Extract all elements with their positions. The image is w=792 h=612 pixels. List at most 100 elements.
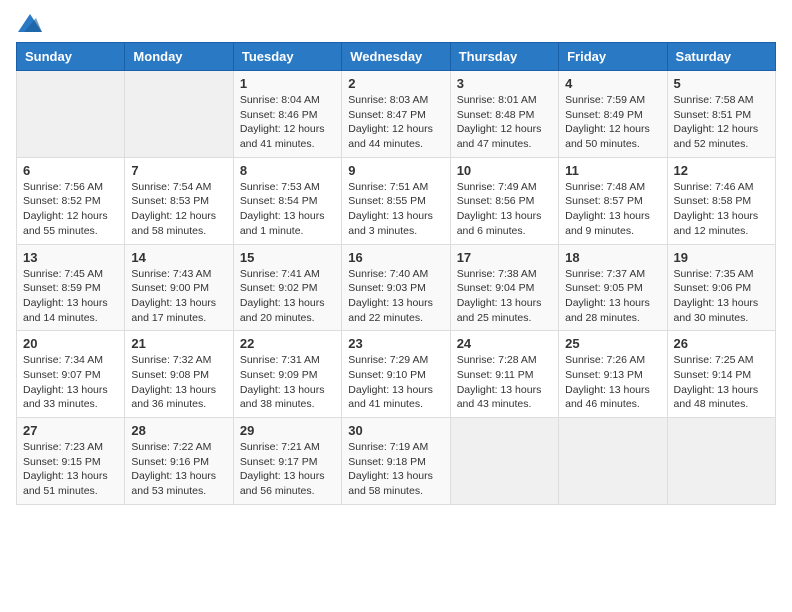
day-info: Sunrise: 7:54 AMSunset: 8:53 PMDaylight:… (131, 180, 226, 239)
day-number: 22 (240, 336, 335, 351)
day-number: 15 (240, 250, 335, 265)
day-number: 8 (240, 163, 335, 178)
day-info: Sunrise: 7:25 AMSunset: 9:14 PMDaylight:… (674, 353, 769, 412)
day-info: Sunrise: 7:53 AMSunset: 8:54 PMDaylight:… (240, 180, 335, 239)
day-info: Sunrise: 7:59 AMSunset: 8:49 PMDaylight:… (565, 93, 660, 152)
day-info: Sunrise: 7:26 AMSunset: 9:13 PMDaylight:… (565, 353, 660, 412)
day-info: Sunrise: 7:28 AMSunset: 9:11 PMDaylight:… (457, 353, 552, 412)
calendar-cell: 20 Sunrise: 7:34 AMSunset: 9:07 PMDayligh… (17, 331, 125, 418)
calendar-cell: 18Sunrise: 7:37 AMSunset: 9:05 PMDayligh… (559, 244, 667, 331)
calendar-cell: 17Sunrise: 7:38 AMSunset: 9:04 PMDayligh… (450, 244, 558, 331)
calendar-week-row: 13 Sunrise: 7:45 AMSunset: 8:59 PMDayligh… (17, 244, 776, 331)
weekday-header: Friday (559, 43, 667, 71)
day-number: 19 (674, 250, 769, 265)
day-info: Sunrise: 7:32 AMSunset: 9:08 PMDaylight:… (131, 353, 226, 412)
calendar-cell (667, 418, 775, 505)
calendar-cell: 4 Sunrise: 7:59 AMSunset: 8:49 PMDaylight… (559, 71, 667, 158)
day-info: Sunrise: 7:56 AMSunset: 8:52 PMDaylight:… (23, 180, 118, 239)
calendar-cell: 14 Sunrise: 7:43 AMSunset: 9:00 PMDayligh… (125, 244, 233, 331)
day-number: 14 (131, 250, 226, 265)
day-info: Sunrise: 8:03 AMSunset: 8:47 PMDaylight:… (348, 93, 443, 152)
day-info: Sunrise: 7:35 AMSunset: 9:06 PMDaylight:… (674, 267, 769, 326)
weekday-header: Sunday (17, 43, 125, 71)
day-number: 13 (23, 250, 118, 265)
calendar-body: 1 Sunrise: 8:04 AMSunset: 8:46 PMDaylight… (17, 71, 776, 505)
day-number: 5 (674, 76, 769, 91)
day-number: 1 (240, 76, 335, 91)
day-info: Sunrise: 7:21 AMSunset: 9:17 PMDaylight:… (240, 440, 335, 499)
calendar-cell: 23 Sunrise: 7:29 AMSunset: 9:10 PMDayligh… (342, 331, 450, 418)
calendar-cell: 7 Sunrise: 7:54 AMSunset: 8:53 PMDaylight… (125, 157, 233, 244)
weekday-header-row: SundayMondayTuesdayWednesdayThursdayFrid… (17, 43, 776, 71)
day-info: Sunrise: 7:45 AMSunset: 8:59 PMDaylight:… (23, 267, 118, 326)
day-info: Sunrise: 7:41 AMSunset: 9:02 PMDaylight:… (240, 267, 335, 326)
day-number: 4 (565, 76, 660, 91)
day-info: Sunrise: 7:38 AMSunset: 9:04 PMDaylight:… (457, 267, 552, 326)
calendar-cell: 9 Sunrise: 7:51 AMSunset: 8:55 PMDaylight… (342, 157, 450, 244)
day-info: Sunrise: 7:48 AMSunset: 8:57 PMDaylight:… (565, 180, 660, 239)
day-info: Sunrise: 7:51 AMSunset: 8:55 PMDaylight:… (348, 180, 443, 239)
day-number: 7 (131, 163, 226, 178)
calendar-cell: 16Sunrise: 7:40 AMSunset: 9:03 PMDayligh… (342, 244, 450, 331)
calendar-cell: 13 Sunrise: 7:45 AMSunset: 8:59 PMDayligh… (17, 244, 125, 331)
calendar-week-row: 20 Sunrise: 7:34 AMSunset: 9:07 PMDayligh… (17, 331, 776, 418)
calendar-cell (450, 418, 558, 505)
day-info: Sunrise: 7:46 AMSunset: 8:58 PMDaylight:… (674, 180, 769, 239)
weekday-header: Monday (125, 43, 233, 71)
calendar-cell: 19 Sunrise: 7:35 AMSunset: 9:06 PMDayligh… (667, 244, 775, 331)
calendar-cell: 27 Sunrise: 7:23 AMSunset: 9:15 PMDayligh… (17, 418, 125, 505)
day-number: 3 (457, 76, 552, 91)
day-number: 2 (348, 76, 443, 91)
day-info: Sunrise: 7:29 AMSunset: 9:10 PMDaylight:… (348, 353, 443, 412)
calendar-cell: 30Sunrise: 7:19 AMSunset: 9:18 PMDayligh… (342, 418, 450, 505)
day-number: 9 (348, 163, 443, 178)
logo (16, 16, 42, 34)
day-number: 10 (457, 163, 552, 178)
calendar-cell: 11 Sunrise: 7:48 AMSunset: 8:57 PMDayligh… (559, 157, 667, 244)
header (16, 16, 776, 34)
calendar-cell: 28 Sunrise: 7:22 AMSunset: 9:16 PMDayligh… (125, 418, 233, 505)
day-number: 27 (23, 423, 118, 438)
day-number: 18 (565, 250, 660, 265)
calendar-week-row: 27 Sunrise: 7:23 AMSunset: 9:15 PMDayligh… (17, 418, 776, 505)
calendar-week-row: 1 Sunrise: 8:04 AMSunset: 8:46 PMDaylight… (17, 71, 776, 158)
calendar-cell: 25Sunrise: 7:26 AMSunset: 9:13 PMDayligh… (559, 331, 667, 418)
calendar-cell: 26 Sunrise: 7:25 AMSunset: 9:14 PMDayligh… (667, 331, 775, 418)
calendar-cell (17, 71, 125, 158)
calendar-cell: 6 Sunrise: 7:56 AMSunset: 8:52 PMDaylight… (17, 157, 125, 244)
day-number: 23 (348, 336, 443, 351)
calendar-week-row: 6 Sunrise: 7:56 AMSunset: 8:52 PMDaylight… (17, 157, 776, 244)
weekday-header: Thursday (450, 43, 558, 71)
day-info: Sunrise: 7:23 AMSunset: 9:15 PMDaylight:… (23, 440, 118, 499)
day-number: 11 (565, 163, 660, 178)
day-number: 30 (348, 423, 443, 438)
calendar-cell: 8 Sunrise: 7:53 AMSunset: 8:54 PMDaylight… (233, 157, 341, 244)
day-number: 20 (23, 336, 118, 351)
calendar-cell: 5 Sunrise: 7:58 AMSunset: 8:51 PMDaylight… (667, 71, 775, 158)
calendar-cell: 21Sunrise: 7:32 AMSunset: 9:08 PMDayligh… (125, 331, 233, 418)
day-info: Sunrise: 8:04 AMSunset: 8:46 PMDaylight:… (240, 93, 335, 152)
calendar-cell: 22 Sunrise: 7:31 AMSunset: 9:09 PMDayligh… (233, 331, 341, 418)
calendar-cell: 12 Sunrise: 7:46 AMSunset: 8:58 PMDayligh… (667, 157, 775, 244)
day-info: Sunrise: 7:49 AMSunset: 8:56 PMDaylight:… (457, 180, 552, 239)
calendar-cell (559, 418, 667, 505)
day-number: 6 (23, 163, 118, 178)
day-number: 12 (674, 163, 769, 178)
day-info: Sunrise: 7:22 AMSunset: 9:16 PMDaylight:… (131, 440, 226, 499)
calendar-cell: 1 Sunrise: 8:04 AMSunset: 8:46 PMDaylight… (233, 71, 341, 158)
calendar-cell (125, 71, 233, 158)
calendar-cell: 3 Sunrise: 8:01 AMSunset: 8:48 PMDaylight… (450, 71, 558, 158)
calendar-cell: 24 Sunrise: 7:28 AMSunset: 9:11 PMDayligh… (450, 331, 558, 418)
day-number: 26 (674, 336, 769, 351)
day-number: 24 (457, 336, 552, 351)
logo-icon (18, 14, 42, 32)
day-info: Sunrise: 7:31 AMSunset: 9:09 PMDaylight:… (240, 353, 335, 412)
day-info: Sunrise: 7:40 AMSunset: 9:03 PMDaylight:… (348, 267, 443, 326)
day-info: Sunrise: 7:34 AMSunset: 9:07 PMDaylight:… (23, 353, 118, 412)
day-info: Sunrise: 8:01 AMSunset: 8:48 PMDaylight:… (457, 93, 552, 152)
day-number: 28 (131, 423, 226, 438)
day-info: Sunrise: 7:43 AMSunset: 9:00 PMDaylight:… (131, 267, 226, 326)
weekday-header: Saturday (667, 43, 775, 71)
day-info: Sunrise: 7:58 AMSunset: 8:51 PMDaylight:… (674, 93, 769, 152)
weekday-header: Tuesday (233, 43, 341, 71)
